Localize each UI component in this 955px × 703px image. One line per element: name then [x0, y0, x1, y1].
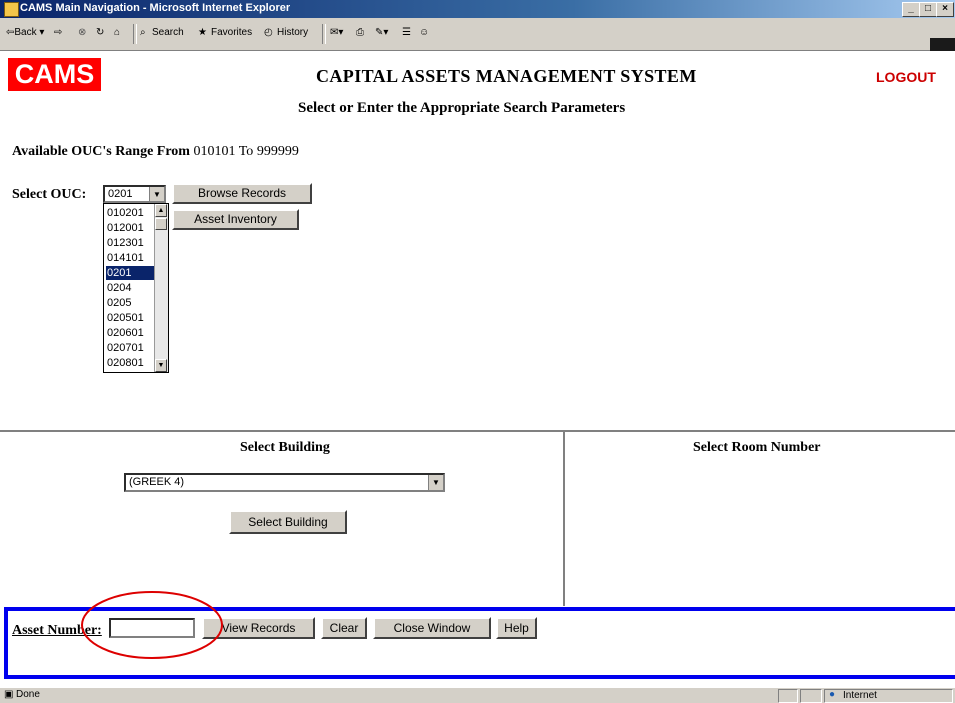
globe-icon: ●	[829, 689, 836, 700]
browser-toolbar: ⇦Back ▾ ⇨ ⊗ ↻ ⌂ ⌕ Search ★ Favorites ◴ H…	[0, 18, 955, 66]
annotation-ellipse	[81, 591, 223, 659]
select-ouc-label: Select OUC:	[12, 187, 87, 202]
status-cell	[800, 689, 822, 703]
logout-link[interactable]: LOGOUT	[876, 69, 936, 85]
discuss-icon[interactable]: ☰	[402, 27, 411, 38]
status-bar: ▣ Done ● Internet	[0, 687, 955, 703]
toolbar-separator	[322, 24, 326, 44]
window-title: CAMS Main Navigation - Microsoft Interne…	[20, 2, 291, 14]
help-button[interactable]: Help	[496, 617, 537, 639]
ie-app-icon	[4, 2, 19, 17]
asset-inventory-button[interactable]: Asset Inventory	[172, 209, 299, 230]
ouc-range-label: Available OUC's Range From	[12, 144, 190, 159]
frame-divider	[0, 430, 955, 432]
close-window-button[interactable]: Close Window	[373, 617, 491, 639]
ouc-dropdown-list[interactable]: 010201 012001 012301 014101 0201 0204 02…	[103, 203, 169, 373]
close-window-button[interactable]: ×	[936, 2, 954, 17]
maximize-button[interactable]: □	[919, 2, 937, 17]
status-zone-text: Internet	[843, 690, 877, 701]
building-select-value: (GREEK 4)	[129, 476, 185, 488]
ouc-range-to-label: To	[238, 144, 254, 159]
ouc-range-text: Available OUC's Range From 010101 To 999…	[12, 144, 299, 160]
annotation-ellipse-shape	[81, 591, 223, 659]
ouc-option[interactable]: 012001	[106, 221, 154, 235]
refresh-icon[interactable]: ↻	[96, 27, 104, 38]
favorites-button[interactable]: Favorites	[211, 27, 252, 38]
status-cell	[778, 689, 798, 703]
favorites-icon: ★	[198, 27, 207, 38]
chevron-down-icon[interactable]: ▼	[149, 187, 164, 201]
search-button[interactable]: Search	[152, 27, 184, 38]
ouc-range-to: 999999	[256, 144, 299, 159]
history-button[interactable]: History	[277, 27, 308, 38]
select-building-button[interactable]: Select Building	[229, 510, 347, 534]
page-title: CAPITAL ASSETS MANAGEMENT SYSTEM	[316, 66, 697, 86]
history-icon: ◴	[264, 27, 273, 38]
scroll-down-icon[interactable]: ▼	[155, 359, 167, 372]
messenger-icon[interactable]: ☺	[419, 27, 429, 38]
clear-button[interactable]: Clear	[321, 617, 367, 639]
back-button[interactable]: ⇦Back ▾	[6, 27, 44, 38]
ouc-option[interactable]: 0205	[106, 296, 154, 310]
ouc-option[interactable]: 012301	[106, 236, 154, 250]
ouc-option[interactable]: 014101	[106, 251, 154, 265]
edit-icon[interactable]: ✎▾	[375, 27, 388, 38]
toolbar-separator	[133, 24, 137, 44]
ouc-option[interactable]: 0204	[106, 281, 154, 295]
status-text: Done	[16, 689, 40, 700]
ouc-list-scrollbar[interactable]: ▲ ▼	[154, 204, 168, 372]
forward-button[interactable]: ⇨	[54, 27, 62, 38]
chevron-down-icon[interactable]: ▼	[428, 475, 443, 490]
page-done-icon: ▣	[4, 689, 14, 700]
window-title-bar: CAMS Main Navigation - Microsoft Interne…	[0, 0, 955, 18]
scroll-thumb[interactable]	[155, 218, 167, 230]
ouc-range-from: 010101	[193, 144, 236, 159]
minimize-button[interactable]: _	[902, 2, 920, 17]
ouc-select-value: 0201	[108, 188, 133, 200]
ouc-option[interactable]: 020801	[106, 356, 154, 370]
home-icon[interactable]: ⌂	[114, 27, 120, 38]
frame-divider	[563, 432, 565, 606]
select-room-heading: Select Room Number	[693, 440, 821, 455]
select-building-heading: Select Building	[240, 440, 330, 455]
cams-logo: CAMS	[8, 58, 101, 91]
ouc-option[interactable]: 020601	[106, 326, 154, 340]
building-select[interactable]: (GREEK 4) ▼	[124, 473, 445, 492]
print-icon[interactable]: ⎙	[356, 27, 364, 38]
ouc-option[interactable]: 020501	[106, 311, 154, 325]
search-icon: ⌕	[140, 27, 146, 38]
stop-icon[interactable]: ⊗	[78, 27, 86, 38]
scroll-up-icon[interactable]: ▲	[155, 204, 167, 217]
browse-records-button[interactable]: Browse Records	[172, 183, 312, 204]
ouc-option-selected[interactable]: 0201	[106, 266, 154, 280]
mail-icon[interactable]: ✉▾	[330, 27, 343, 38]
ouc-option[interactable]: 010201	[106, 206, 154, 220]
ouc-option[interactable]: 020701	[106, 341, 154, 355]
page-subtitle: Select or Enter the Appropriate Search P…	[298, 100, 626, 116]
status-zone: ● Internet	[824, 689, 953, 703]
ouc-select[interactable]: 0201 ▼	[103, 185, 166, 203]
